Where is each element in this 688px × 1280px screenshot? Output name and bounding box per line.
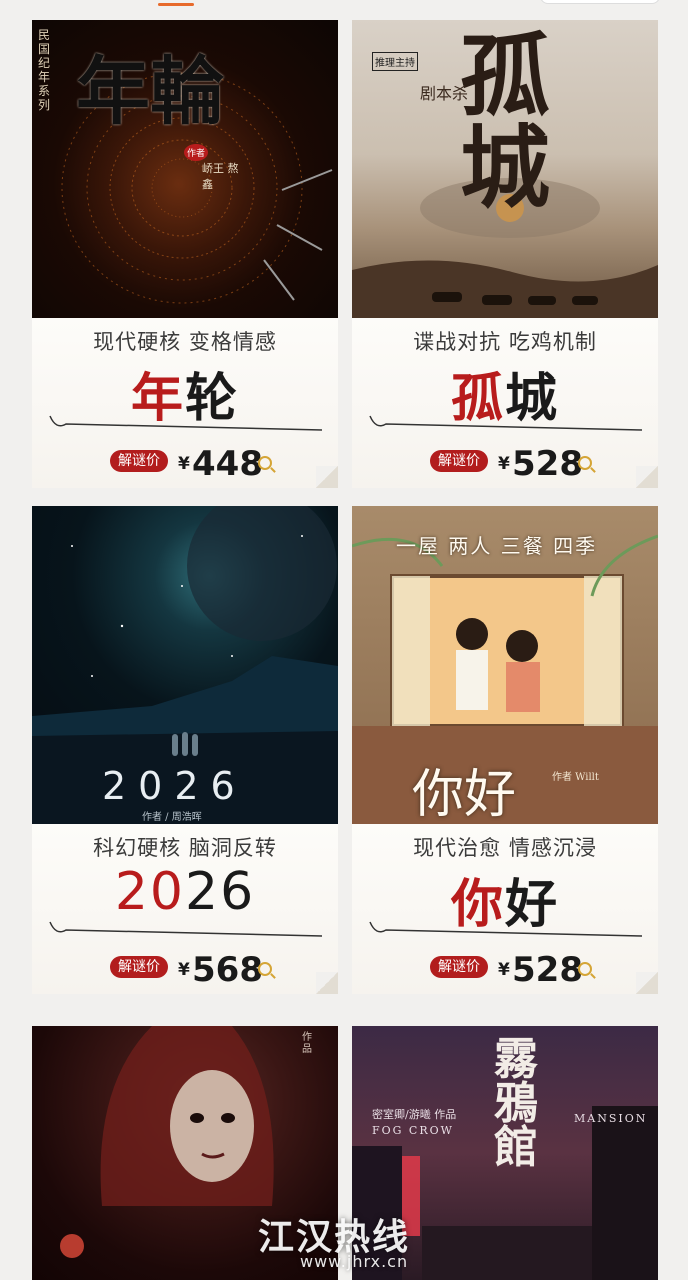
poster-badge: 推理主持 — [372, 52, 418, 71]
brush-stroke — [369, 415, 643, 431]
product-info: 现代治愈 情感沉浸 你好 解谜价 ¥ 528 — [352, 824, 658, 994]
page-curl — [636, 466, 658, 488]
currency-symbol: ¥ — [178, 960, 190, 980]
price-row: 解谜价 ¥ 448 — [110, 444, 300, 484]
poster-subtitle: 剧本杀 — [420, 84, 469, 103]
poster-title-art: 霧鴉館 — [494, 1034, 538, 1173]
top-search-pill[interactable] — [540, 0, 660, 4]
product-info: 现代硬核 变格情感 年轮 解谜价 ¥ 448 — [32, 318, 338, 488]
price-tag: 解谜价 — [110, 450, 168, 472]
top-tab-bar — [0, 0, 688, 20]
currency-symbol: ¥ — [498, 960, 510, 980]
product-poster: 孤城 剧本杀 推理主持 — [352, 20, 658, 318]
product-card-2026[interactable]: 2026 作者 / 周浩晖 科幻硬核 脑洞反转 2026 解谜价 ¥ 568 — [32, 506, 338, 994]
product-poster: 一屋 两人 三餐 四季 你好 作者 Willt — [352, 506, 658, 824]
brush-stroke — [49, 415, 323, 431]
poster-title-art: 2026 — [102, 764, 247, 808]
brush-stroke — [369, 921, 643, 937]
price-value: 448 — [192, 444, 263, 484]
price-value: 528 — [512, 444, 583, 484]
poster-author-seal: 作者 — [184, 144, 209, 161]
product-title: 2026 — [32, 862, 338, 922]
product-tagline: 谍战对抗 吃鸡机制 — [413, 330, 597, 354]
currency-symbol: ¥ — [178, 454, 190, 474]
product-tagline: 科幻硬核 脑洞反转 — [93, 836, 277, 860]
product-title-first: 20 — [114, 862, 185, 922]
product-poster: 年輪 民国纪年系列 作者 峤王 熬鑫 — [32, 20, 338, 318]
poster-title-art: 孤城 — [460, 23, 550, 221]
product-poster: 2026 作者 / 周浩晖 — [32, 506, 338, 824]
page-curl — [316, 466, 338, 488]
product-card-nianlun[interactable]: 年輪 民国纪年系列 作者 峤王 熬鑫 现代硬核 变格情感 年轮 解谜价 ¥ 44… — [32, 20, 338, 488]
site-watermark-url: www.jhrx.cn — [300, 1252, 409, 1271]
product-card-nihao[interactable]: 一屋 两人 三餐 四季 你好 作者 Willt 现代治愈 情感沉浸 你好 解谜价… — [352, 506, 658, 994]
product-info: 谍战对抗 吃鸡机制 孤城 解谜价 ¥ 528 — [352, 318, 658, 488]
poster-credits: 作者 Willt — [552, 772, 599, 783]
magnifier-icon — [258, 962, 272, 976]
brush-stroke — [49, 921, 323, 937]
price-row: 解谜价 ¥ 568 — [110, 950, 300, 990]
page-curl — [316, 972, 338, 994]
poster-author-names: 峤王 熬鑫 — [202, 162, 239, 191]
price-tag: 解谜价 — [430, 956, 488, 978]
magnifier-icon — [578, 456, 592, 470]
poster-en-left: FOG CROW — [372, 1124, 454, 1137]
poster-credit-line: 密室卿/游曦 作品 — [372, 1108, 457, 1121]
product-title-rest: 26 — [185, 862, 256, 922]
poster-title-art: 年輪 — [76, 49, 224, 135]
active-tab-indicator — [158, 3, 194, 6]
poster-side-text: 作品 — [302, 1032, 312, 1055]
price-row: 解谜价 ¥ 528 — [430, 444, 620, 484]
currency-symbol: ¥ — [498, 454, 510, 474]
price-value: 568 — [192, 950, 263, 990]
price-value: 528 — [512, 950, 583, 990]
price-row: 解谜价 ¥ 528 — [430, 950, 620, 990]
poster-top-text: 一屋 两人 三餐 四季 — [396, 534, 598, 558]
magnifier-icon — [578, 962, 592, 976]
product-card-gucheng[interactable]: 孤城 剧本杀 推理主持 谍战对抗 吃鸡机制 孤城 解谜价 ¥ 528 — [352, 20, 658, 488]
product-info: 科幻硬核 脑洞反转 2026 解谜价 ¥ 568 — [32, 824, 338, 994]
poster-en-right: MANSION — [574, 1112, 648, 1125]
product-tagline: 现代治愈 情感沉浸 — [413, 836, 597, 860]
product-tagline: 现代硬核 变格情感 — [93, 330, 277, 354]
page-curl — [636, 972, 658, 994]
price-tag: 解谜价 — [430, 450, 488, 472]
poster-series-text: 民国纪年系列 — [38, 28, 51, 112]
magnifier-icon — [258, 456, 272, 470]
price-tag: 解谜价 — [110, 956, 168, 978]
poster-title-art: 你好 — [412, 765, 517, 824]
poster-author: 作者 / 周浩晖 — [142, 812, 202, 823]
